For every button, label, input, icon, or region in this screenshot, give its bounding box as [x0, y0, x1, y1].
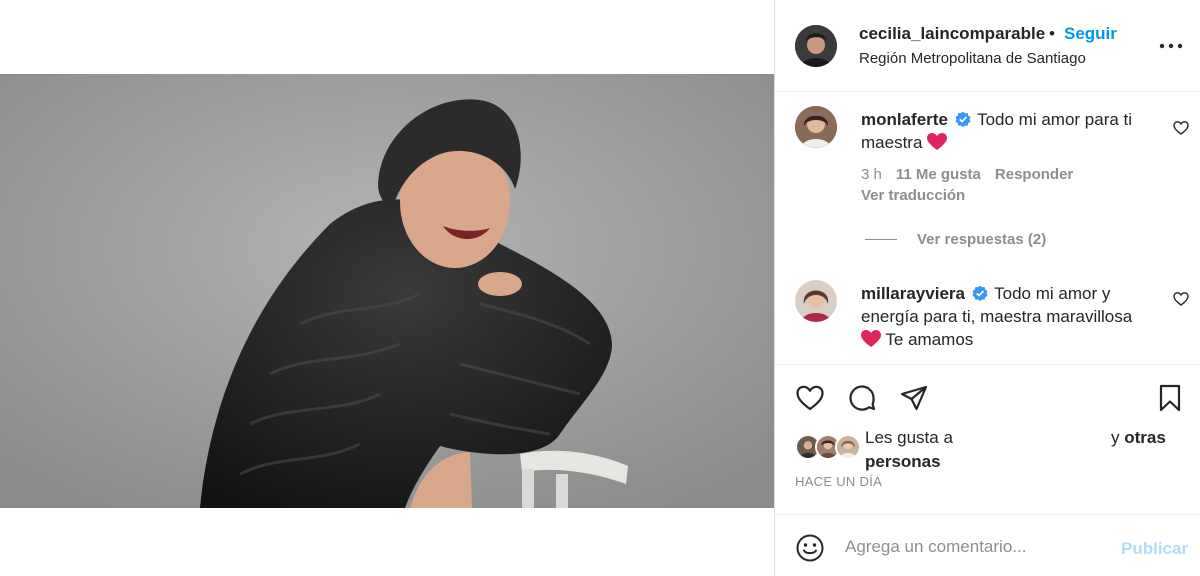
like-heart-icon[interactable] [795, 383, 825, 413]
red-heart-emoji-icon [927, 133, 948, 150]
comment-text: monlaferte Todo mi amor para ti maestra [861, 108, 1161, 154]
publish-comment-button[interactable]: Publicar [1121, 539, 1188, 559]
share-paper-plane-icon[interactable] [899, 383, 929, 413]
save-bookmark-icon[interactable] [1155, 383, 1185, 413]
emoji-smiley-icon[interactable] [795, 533, 825, 563]
post-header: cecilia_laincomparable • Seguir Región M… [775, 0, 1200, 92]
post-media-panel [0, 0, 774, 576]
view-replies-label: Ver respuestas (2) [917, 231, 1047, 248]
comment-body-end: Te amamos [885, 330, 974, 349]
comment-input[interactable] [845, 531, 1105, 563]
likes-prefix: Les gusta a [865, 428, 953, 447]
likes-others: y otras [1111, 426, 1166, 450]
post-timestamp[interactable]: HACE UN DÍA [795, 474, 882, 489]
comment-text: millarayviera Todo mi amor y energía par… [861, 282, 1161, 351]
follow-button[interactable]: Seguir [1064, 24, 1117, 44]
comment-time[interactable]: 3 h [861, 166, 882, 183]
author-username[interactable]: cecilia_laincomparable [859, 24, 1045, 44]
comment-meta: 3 h 11 Me gusta Responder [861, 166, 1087, 183]
comment-username[interactable]: monlaferte [861, 110, 948, 129]
likes-text: Les gusta a personas [865, 426, 953, 474]
reply-button[interactable]: Responder [995, 166, 1073, 183]
verified-badge-icon [972, 285, 988, 301]
header-separator: • [1049, 24, 1055, 43]
post-location[interactable]: Región Metropolitana de Santiago [859, 50, 1086, 67]
photo-illustration [0, 74, 774, 508]
like-comment-heart-icon[interactable] [1173, 291, 1189, 307]
more-options-icon[interactable] [1159, 36, 1183, 56]
likes-people[interactable]: personas [865, 452, 941, 471]
liker-avatar[interactable] [835, 434, 861, 460]
comment-bubble-icon[interactable] [847, 383, 877, 413]
like-comment-heart-icon[interactable] [1173, 120, 1189, 136]
commenter-avatar[interactable] [795, 280, 837, 322]
comment-likes[interactable]: 11 Me gusta [896, 166, 981, 183]
post-details-panel: cecilia_laincomparable • Seguir Región M… [774, 0, 1200, 576]
replies-divider-line [865, 239, 897, 240]
post-photo[interactable] [0, 74, 774, 508]
verified-badge-icon [955, 111, 971, 127]
add-comment-bar: Publicar [775, 514, 1200, 576]
commenter-avatar[interactable] [795, 106, 837, 148]
comment-username[interactable]: millarayviera [861, 284, 965, 303]
post-actions-bar [775, 364, 1200, 420]
view-replies-button[interactable]: Ver respuestas (2) [865, 231, 1046, 248]
see-translation-button[interactable]: Ver traducción [861, 187, 965, 204]
likes-and: y [1111, 428, 1120, 447]
author-avatar[interactable] [795, 25, 837, 67]
red-heart-emoji-icon [861, 330, 881, 347]
likes-others-link[interactable]: otras [1124, 428, 1166, 447]
